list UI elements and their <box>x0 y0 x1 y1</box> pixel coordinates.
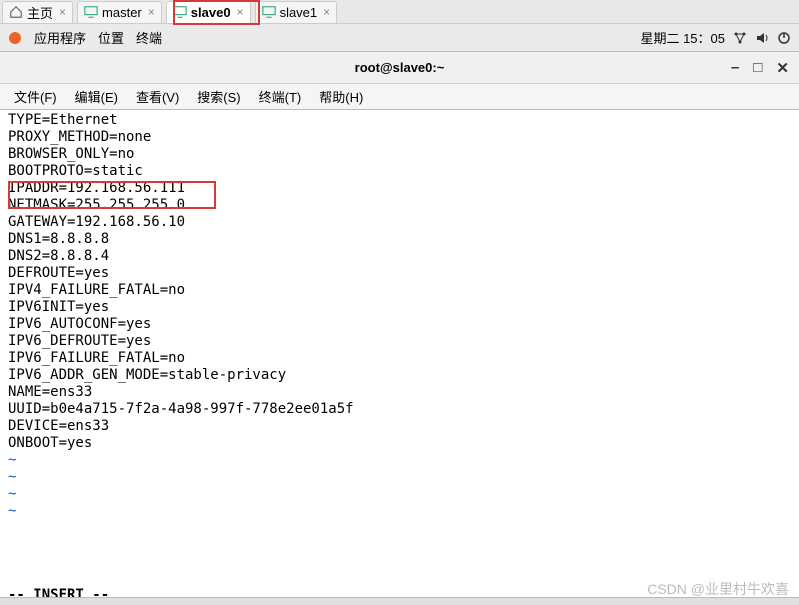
menu-search[interactable]: 搜索(S) <box>191 85 246 108</box>
close-button[interactable]: ✕ <box>776 59 789 77</box>
network-icon[interactable] <box>733 31 747 45</box>
menu-bar: 文件(F) 编辑(E) 查看(V) 搜索(S) 终端(T) 帮助(H) <box>0 84 799 110</box>
clock-text: 星期二 15：05 <box>640 28 725 47</box>
applications-menu[interactable]: 应用程序 <box>34 28 86 47</box>
bottom-taskbar <box>0 597 799 605</box>
monitor-icon <box>84 5 98 19</box>
window-title-bar: root@slave0:~ – □ ✕ <box>0 52 799 84</box>
close-icon[interactable]: × <box>59 5 66 19</box>
menu-terminal[interactable]: 终端(T) <box>253 85 308 108</box>
tab-master[interactable]: master × <box>77 1 162 23</box>
location-menu[interactable]: 位置 <box>98 28 124 47</box>
minimize-button[interactable]: – <box>731 59 739 77</box>
menu-file[interactable]: 文件(F) <box>8 85 63 108</box>
menu-edit[interactable]: 编辑(E) <box>69 85 124 108</box>
power-icon[interactable] <box>777 31 791 45</box>
watermark-text: CSDN @业里村牛欢喜 <box>647 579 789 599</box>
maximize-button[interactable]: □ <box>753 59 762 77</box>
close-icon[interactable]: × <box>323 5 330 19</box>
terminal-menu[interactable]: 终端 <box>136 28 162 47</box>
close-icon[interactable]: × <box>148 5 155 19</box>
tab-label: slave1 <box>280 5 318 20</box>
terminal-content[interactable]: TYPE=Ethernet PROXY_METHOD=none BROWSER_… <box>0 110 799 587</box>
tab-home[interactable]: 主页 × <box>2 1 73 23</box>
desktop-top-bar: 应用程序 位置 终端 星期二 15：05 <box>0 24 799 52</box>
monitor-icon <box>262 5 276 19</box>
menu-help[interactable]: 帮助(H) <box>313 85 369 108</box>
tab-slave0[interactable]: slave0 × <box>166 1 251 23</box>
menu-view[interactable]: 查看(V) <box>130 85 185 108</box>
home-icon <box>9 5 23 19</box>
top-tabs-bar: 主页 × master × slave0 × slave1 × <box>0 0 799 24</box>
tab-label: slave0 <box>191 5 231 20</box>
tab-label: master <box>102 5 142 20</box>
window-title: root@slave0:~ <box>355 60 445 75</box>
firefox-icon[interactable] <box>8 31 22 45</box>
tab-label: 主页 <box>27 3 53 22</box>
monitor-icon <box>173 5 187 19</box>
close-icon[interactable]: × <box>237 5 244 19</box>
tab-slave1[interactable]: slave1 × <box>255 1 338 23</box>
volume-icon[interactable] <box>755 31 769 45</box>
